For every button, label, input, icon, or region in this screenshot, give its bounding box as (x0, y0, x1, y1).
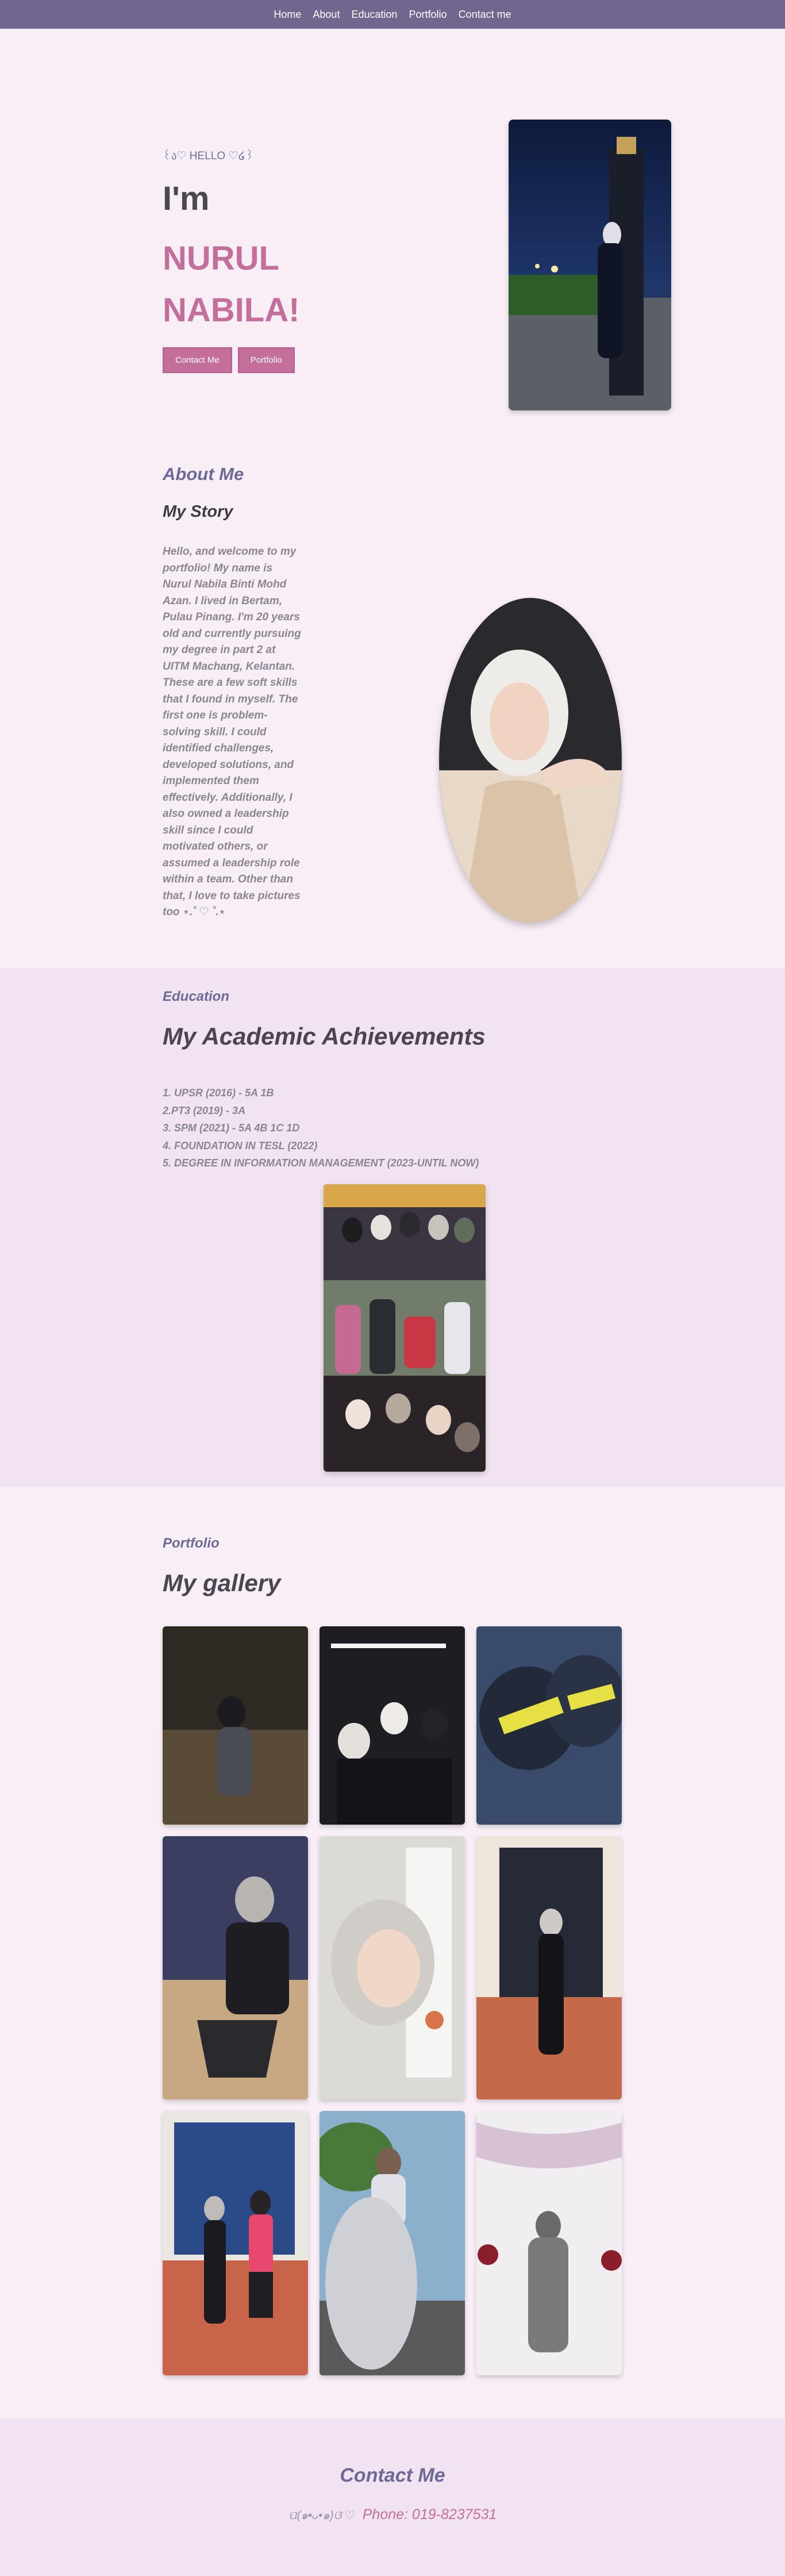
gallery-couple-door-image[interactable] (163, 2111, 308, 2375)
portfolio-label: Portfolio (163, 1535, 220, 1551)
list-item: 5. DEGREE IN INFORMATION MANAGEMENT (202… (163, 1157, 479, 1169)
gallery-banner-image[interactable] (476, 1626, 622, 1825)
gallery-title: My gallery (163, 1569, 281, 1596)
about-subtitle: My Story (163, 502, 233, 521)
gallery-door-portrait-image[interactable] (476, 1836, 622, 2099)
nav-contact-link[interactable]: Contact me (459, 9, 511, 21)
portfolio-section: Portfolio My gallery (0, 1487, 785, 2418)
decoration-icon: ପ(๑•ᴗ•๑)ଓ ♡ (288, 2509, 355, 2522)
achievements-list: 1. UPSR (2016) - 5A 1B 2.PT3 (2019) - 3A… (163, 1084, 479, 1172)
gallery-night-portrait-image[interactable] (163, 1626, 308, 1825)
contact-section: Contact Me ପ(๑•ᴗ•๑)ଓ ♡ Phone: 019-823753… (0, 2418, 785, 2576)
nav-about-link[interactable]: About (313, 9, 340, 21)
friends-collage-image (324, 1184, 486, 1472)
gallery-event-selfie-image[interactable] (320, 1626, 465, 1825)
nav-education-link[interactable]: Education (351, 9, 397, 21)
about-selfie-image (439, 598, 622, 923)
list-item: 1. UPSR (2016) - 5A 1B (163, 1087, 274, 1099)
hero-greeting: ꒰ა♡ HELLO ♡໒꒱ (163, 150, 254, 162)
hero-section: ꒰ა♡ HELLO ♡໒꒱ I'm NURUL NABILA! Contact … (0, 29, 785, 410)
top-navigation: Home About Education Portfolio Contact m… (0, 0, 785, 29)
phone-number: Phone: 019-8237531 (362, 2506, 497, 2523)
education-label: Education (163, 989, 230, 1004)
hero-im-text: I'm (163, 180, 210, 217)
gallery-grid (163, 1626, 622, 2375)
nav-portfolio-link[interactable]: Portfolio (409, 9, 447, 21)
contact-phone: ପ(๑•ᴗ•๑)ଓ ♡ Phone: 019-8237531 (0, 2506, 785, 2524)
education-section: Education My Academic Achievements 1. UP… (0, 968, 785, 1487)
list-item: 3. SPM (2021) - 5A 4B 1C 1D (163, 1122, 300, 1134)
education-title: My Academic Achievements (163, 1023, 486, 1050)
about-label: About Me (163, 464, 244, 484)
gallery-playground-image[interactable] (320, 2111, 465, 2375)
about-section: About Me My Story Hello, and welcome to … (0, 408, 785, 968)
hero-name: NURUL NABILA! (163, 240, 300, 329)
nav-home-link[interactable]: Home (274, 9, 301, 21)
portfolio-button[interactable]: Portfolio (237, 347, 295, 373)
about-paragraph: Hello, and welcome to my portfolio! My n… (163, 546, 301, 918)
gallery-seated-portrait-image[interactable] (163, 1836, 308, 2099)
hero-buttons: Contact Me Portfolio (163, 347, 295, 373)
gallery-mirror-selfie-image[interactable] (320, 1836, 465, 2099)
gallery-graduation-image[interactable] (476, 2111, 622, 2375)
list-item: 2.PT3 (2019) - 3A (163, 1104, 246, 1116)
contact-me-button[interactable]: Contact Me (163, 347, 232, 373)
contact-title: Contact Me (340, 2464, 445, 2486)
hero-portrait-image (509, 120, 671, 410)
list-item: 4. FOUNDATION IN TESL (2022) (163, 1139, 318, 1151)
